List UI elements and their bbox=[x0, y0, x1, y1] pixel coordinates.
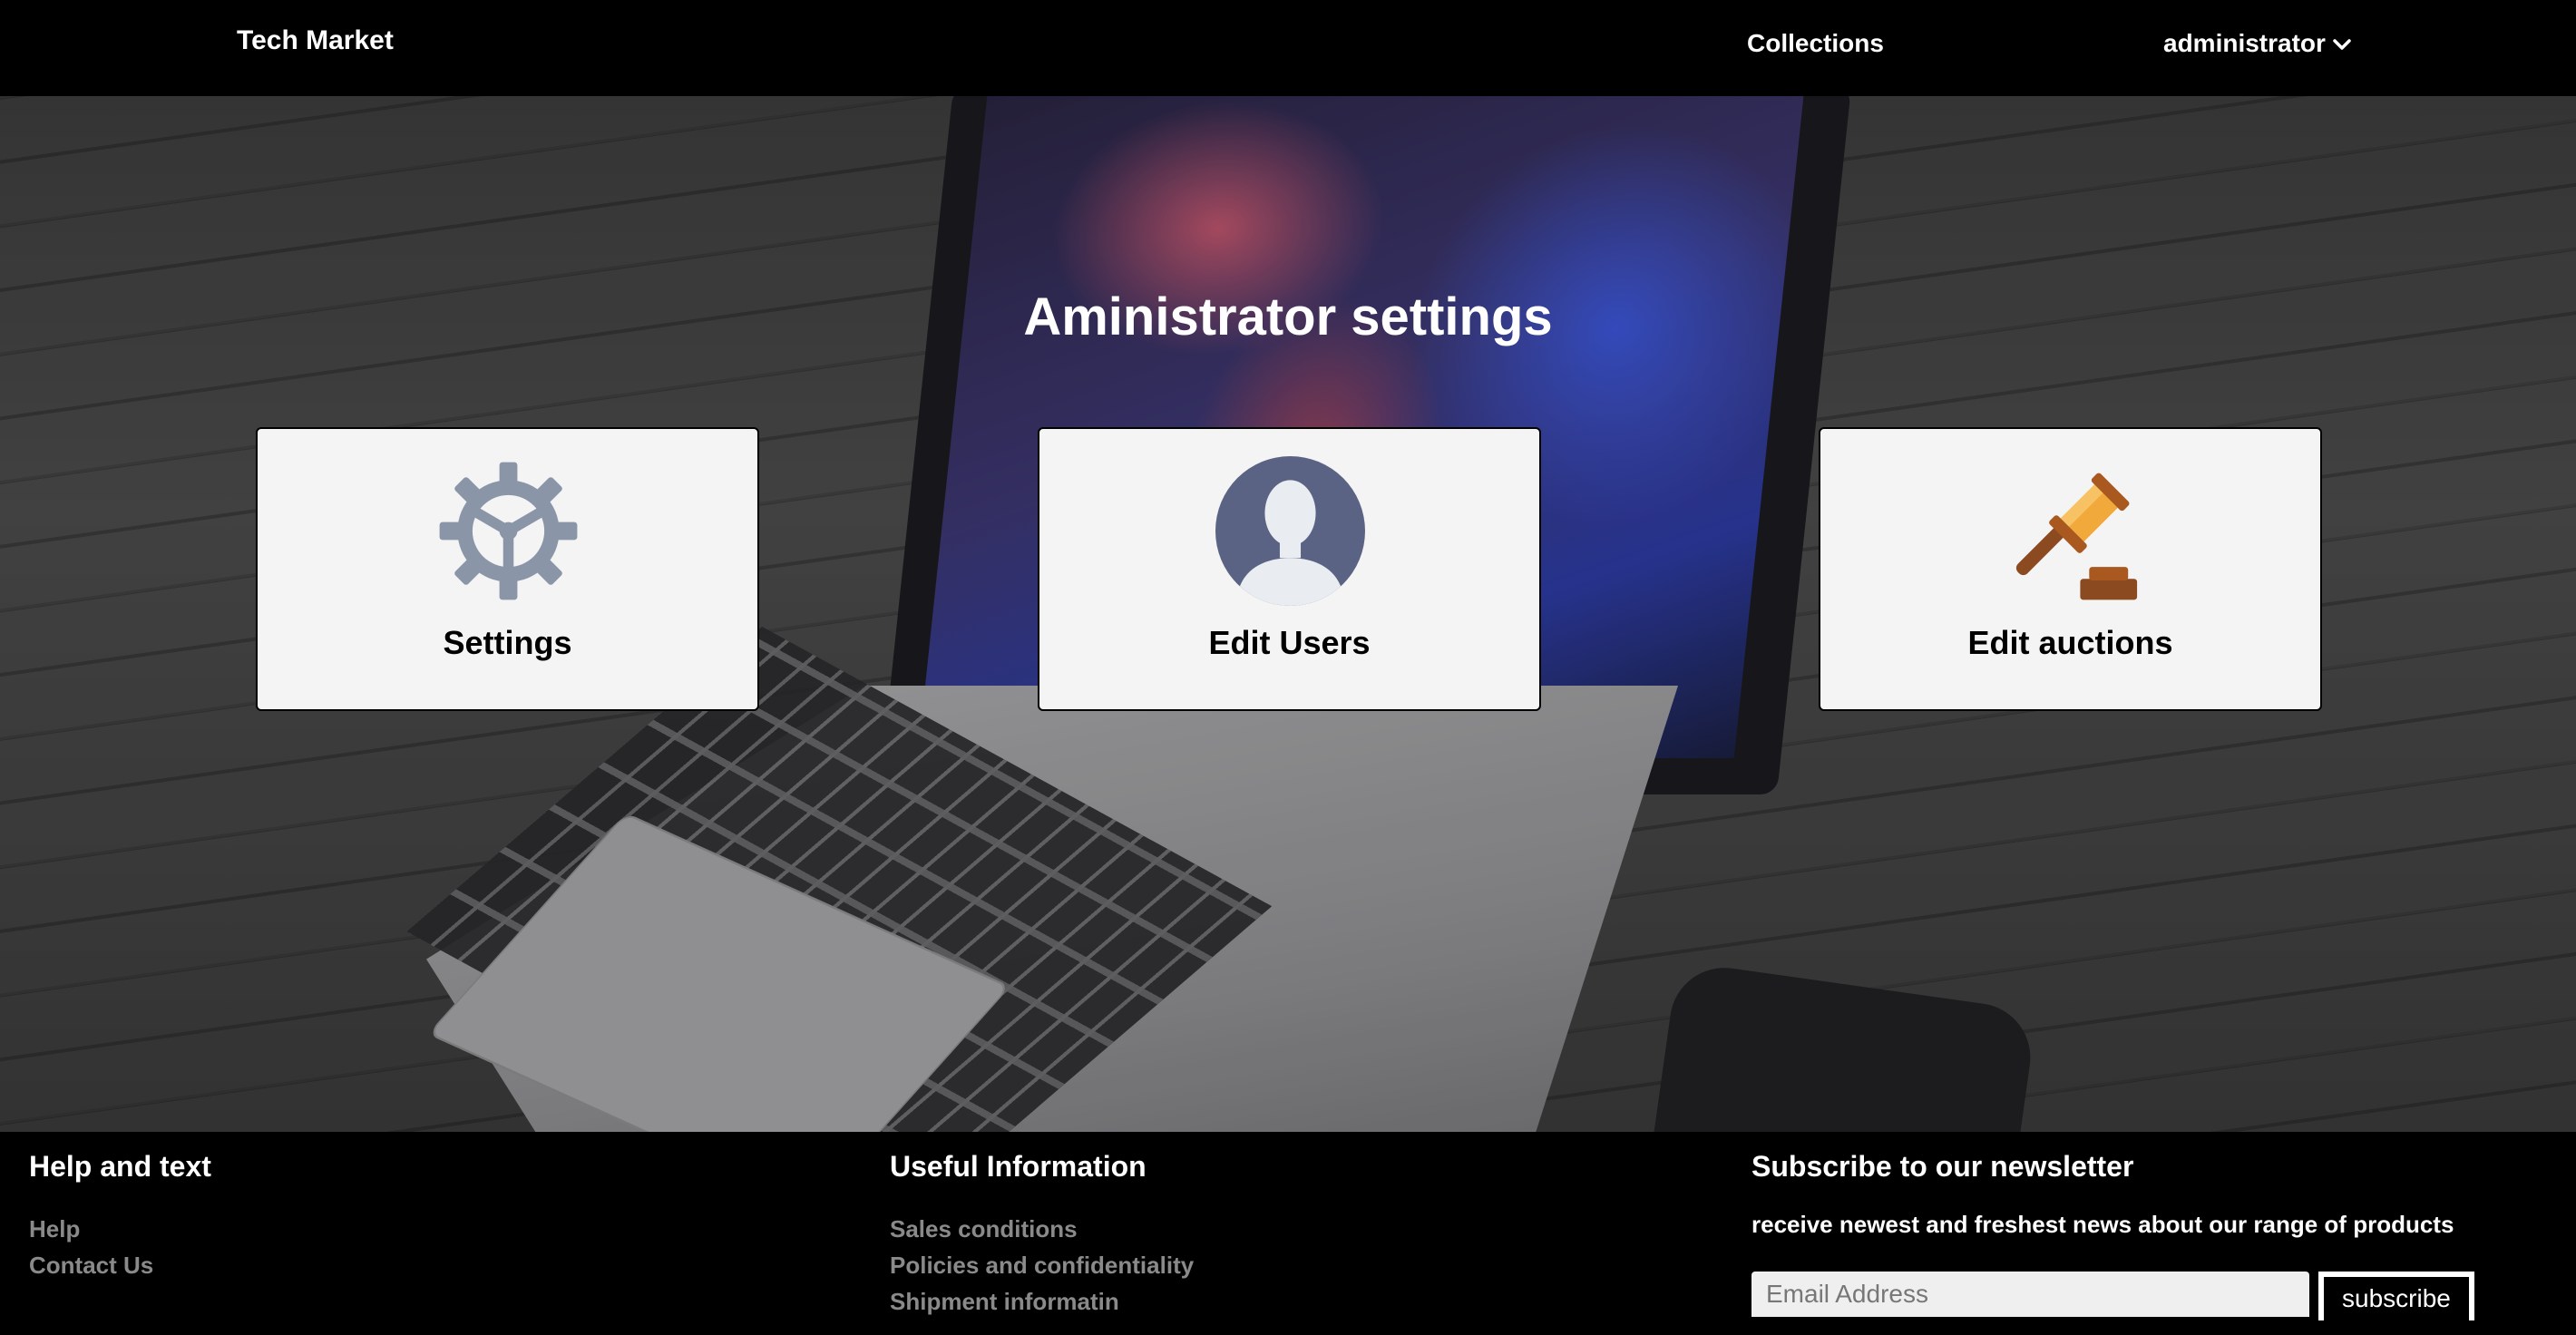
user-menu-label: administrator bbox=[2163, 29, 2326, 57]
user-menu-dropdown[interactable]: administrator bbox=[2163, 29, 2353, 58]
footer-help-column: Help and text Help Contact Us bbox=[29, 1150, 211, 1283]
footer-info-column: Useful Information Sales conditions Poli… bbox=[890, 1150, 1194, 1320]
footer-newsletter-title: Subscribe to our newsletter bbox=[1751, 1150, 2134, 1183]
user-avatar-icon bbox=[1215, 456, 1365, 606]
subscribe-button[interactable]: subscribe bbox=[2318, 1272, 2474, 1320]
edit-users-card[interactable]: Edit Users bbox=[1038, 427, 1541, 711]
footer-info-title: Useful Information bbox=[890, 1150, 1147, 1183]
footer-link-help[interactable]: Help bbox=[29, 1211, 211, 1247]
newsletter-description: receive newest and freshest news about o… bbox=[1751, 1211, 2454, 1238]
newsletter-form: subscribe bbox=[1751, 1272, 2474, 1320]
footer-link-shipment[interactable]: Shipment informatin bbox=[890, 1283, 1194, 1320]
page-title: Aministrator settings bbox=[1023, 287, 1553, 346]
nav-collections-link[interactable]: Collections bbox=[1747, 29, 1884, 58]
chevron-down-icon bbox=[2331, 33, 2353, 54]
footer-link-sales-conditions[interactable]: Sales conditions bbox=[890, 1211, 1194, 1247]
gavel-icon bbox=[1996, 456, 2146, 606]
edit-auctions-card-label: Edit auctions bbox=[1967, 624, 2173, 661]
edit-users-card-label: Edit Users bbox=[1208, 624, 1371, 661]
edit-auctions-card[interactable]: Edit auctions bbox=[1819, 427, 2322, 711]
footer-link-policies[interactable]: Policies and confidentiality bbox=[890, 1247, 1194, 1283]
footer-help-title: Help and text bbox=[29, 1150, 211, 1183]
footer-newsletter-column: Subscribe to our newsletter receive newe… bbox=[1751, 1150, 2474, 1320]
site-footer: Help and text Help Contact Us Useful Inf… bbox=[0, 1132, 2576, 1335]
settings-card[interactable]: Settings bbox=[256, 427, 759, 711]
email-field[interactable] bbox=[1751, 1272, 2309, 1317]
settings-card-label: Settings bbox=[443, 624, 572, 661]
top-navbar: Tech Market Collections administrator bbox=[0, 0, 2576, 96]
gear-icon bbox=[434, 456, 583, 606]
page: Tech Market Collections administrator Am… bbox=[0, 0, 2576, 1335]
footer-link-contact[interactable]: Contact Us bbox=[29, 1247, 211, 1283]
brand-logo-link[interactable]: Tech Market bbox=[237, 25, 394, 56]
